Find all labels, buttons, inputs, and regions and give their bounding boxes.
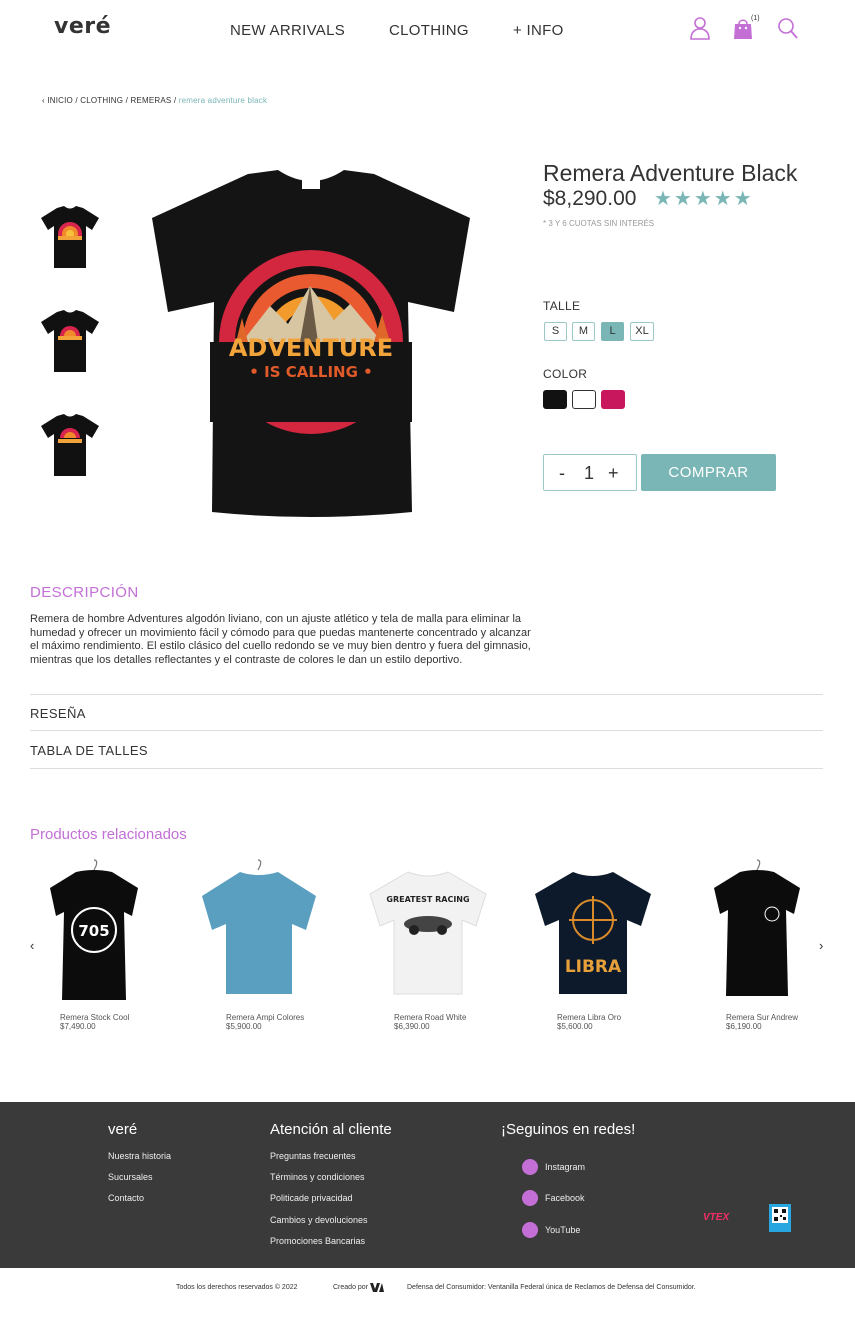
related-product-image: 705 [50,859,138,1000]
breadcrumb-back-icon[interactable]: ‹ [42,96,45,105]
facebook-icon[interactable] [522,1190,538,1206]
instagram-icon[interactable] [522,1159,538,1175]
related-product-card[interactable]: GREATEST RACING [368,858,488,998]
related-product-image: GREATEST RACING [369,871,487,995]
size-s-button[interactable]: S [544,322,567,341]
product-title: Remera Adventure Black [543,160,798,186]
footer-link-contacto[interactable]: Contacto [108,1193,144,1203]
nav-new-arrivals[interactable]: NEW ARRIVALS [230,22,345,39]
footer-link-promos[interactable]: Promociones Bancarias [270,1236,365,1246]
logo[interactable]: veré [54,14,111,39]
related-products-title: Productos relacionados [30,826,187,843]
carousel-next-icon[interactable]: › [819,938,823,953]
related-product-price: $6,190.00 [726,1022,762,1031]
shirt-graphic-text-2: • IS CALLING • [249,363,372,381]
related-product-card[interactable] [200,858,318,998]
qty-increase-button[interactable]: + [608,463,619,484]
related-product-image: LIBRA [535,872,651,994]
graphic-text: GREATEST RACING [386,895,469,904]
related-product-price: $6,390.00 [394,1022,430,1031]
social-facebook[interactable]: Facebook [545,1193,585,1203]
user-icon[interactable] [688,15,712,41]
related-product-price: $7,490.00 [60,1022,96,1031]
footer-brand-title: veré [108,1121,138,1138]
related-product-name[interactable]: Remera Stock Cool [60,1013,129,1022]
footer-link-sucursales[interactable]: Sucursales [108,1172,153,1182]
footer-link-privacy[interactable]: Politicade privacidad [270,1193,353,1203]
footer-customer-title: Atención al cliente [270,1121,392,1138]
breadcrumb-current: remera adventure black [178,96,268,105]
breadcrumb-clothing-remeras[interactable]: CLOTHING / REMERAS / [80,96,176,105]
divider [30,694,823,695]
thumbnail-3[interactable] [40,412,100,478]
related-product-price: $5,900.00 [226,1022,262,1031]
divider [30,768,823,769]
description-text: Remera de hombre Adventures algodón livi… [30,613,531,667]
footer-link-terms[interactable]: Términos y condiciones [270,1172,365,1182]
social-instagram[interactable]: Instagram [545,1162,585,1172]
search-icon[interactable] [776,15,800,41]
graphic-text: LIBRA [565,957,622,977]
shirt-graphic-text-1: ADVENTURE [229,334,393,362]
site-footer: veré Nuestra historia Sucursales Contact… [0,1102,855,1268]
agency-logo-icon [370,1283,384,1292]
footer-link-returns[interactable]: Cambios y devoluciones [270,1215,368,1225]
related-product-price: $5,600.00 [557,1022,593,1031]
related-product-image [714,859,800,996]
cart-count-badge: (1) [751,15,760,22]
installments-note: * 3 Y 6 CUOTAS SIN INTERÉS [543,219,655,228]
qty-value[interactable]: 1 [584,463,594,484]
youtube-icon[interactable] [522,1222,538,1238]
buy-button[interactable]: COMPRAR [641,454,776,491]
breadcrumb-inicio[interactable]: INICIO / [47,96,78,105]
size-xl-button[interactable]: XL [630,322,654,341]
related-product-name[interactable]: Remera Libra Oro [557,1013,621,1022]
nav-info[interactable]: + INFO [513,22,564,39]
related-product-card[interactable]: LIBRA [533,858,653,998]
divider [30,730,823,731]
product-main-image: ADVENTURE • IS CALLING • [152,170,470,517]
thumbnail-2[interactable] [40,308,100,374]
related-product-name[interactable]: Remera Sur Andrew [726,1013,798,1022]
thumbnail-1[interactable] [40,204,100,270]
quantity-stepper: - 1 + [543,454,637,491]
footer-social-title: ¡Seguinos en redes! [501,1121,636,1138]
breadcrumb: ‹ INICIO / CLOTHING / REMERAS / remera a… [42,96,267,105]
copyright-text: Todos los derechos reservados © 2022 [176,1284,298,1291]
rating-stars[interactable]: ★★★★★ [654,186,754,211]
accordion-resena[interactable]: RESEÑA [30,706,86,721]
nav-clothing[interactable]: CLOTHING [389,22,469,39]
site-header: veré NEW ARRIVALS CLOTHING + INFO (1) [0,0,855,62]
social-youtube[interactable]: YouTube [545,1225,580,1235]
related-product-name[interactable]: Remera Ampi Colores [226,1013,304,1022]
consumer-defense-link[interactable]: Defensa del Consumidor: Ventanilla Feder… [407,1284,696,1291]
footer-link-historia[interactable]: Nuestra historia [108,1151,171,1161]
color-label: COLOR [543,367,588,381]
product-price: $8,290.00 [543,187,637,210]
carousel-prev-icon[interactable]: ‹ [30,938,34,953]
size-label: TALLE [543,299,581,313]
related-product-card[interactable] [710,858,804,1000]
qty-decrease-button[interactable]: - [559,463,565,484]
size-l-button[interactable]: L [601,322,624,341]
created-by-text: Creado por [333,1284,369,1291]
related-product-image [202,859,316,994]
description-title[interactable]: DESCRIPCIÓN [30,584,139,601]
size-m-button[interactable]: M [572,322,595,341]
related-product-card[interactable]: 705 [46,858,142,1004]
accordion-size-chart[interactable]: TABLA DE TALLES [30,743,148,758]
footer-link-faq[interactable]: Preguntas frecuentes [270,1151,356,1161]
color-swatch-magenta[interactable] [601,390,625,409]
qr-data-fiscal-icon[interactable] [769,1204,791,1232]
color-swatch-white[interactable] [572,390,596,409]
vtex-logo: VTEX [703,1212,730,1223]
color-swatch-black[interactable] [543,390,567,409]
graphic-text: 705 [78,922,109,940]
related-product-name[interactable]: Remera Road White [394,1013,466,1022]
